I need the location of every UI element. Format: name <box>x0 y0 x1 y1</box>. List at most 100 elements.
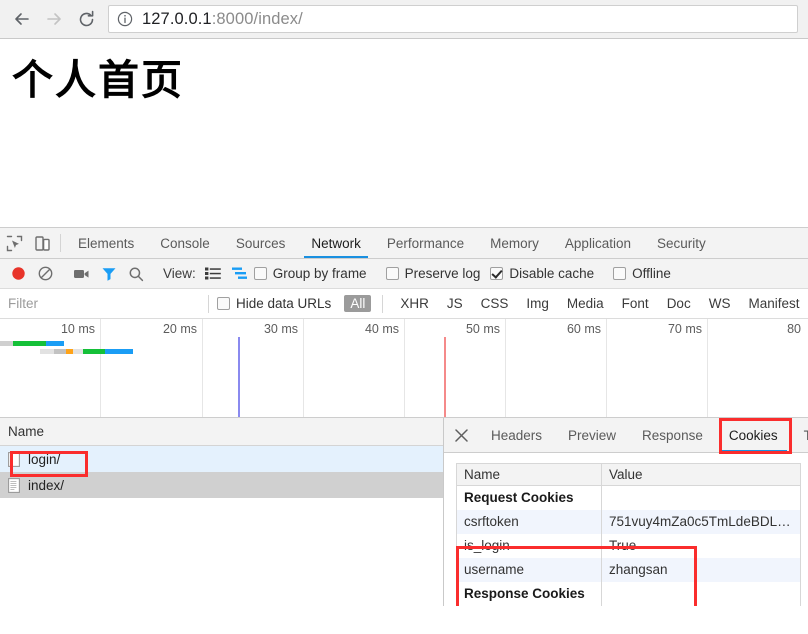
devtools-tab-application[interactable]: Application <box>552 228 644 258</box>
search-icon[interactable] <box>122 261 149 287</box>
detail-tab-headers[interactable]: Headers <box>478 418 555 452</box>
tabbar-divider <box>60 234 61 252</box>
timeline-gridline <box>606 319 607 417</box>
cookie-name: Request Cookies <box>456 485 602 510</box>
timeline-tick-label: 40 ms <box>364 322 399 336</box>
group-by-frame-checkbox[interactable]: Group by frame <box>253 266 367 281</box>
network-filter-bar: Hide data URLs All XHR JS CSS Img Media … <box>0 289 808 319</box>
network-overview-timeline[interactable]: 10 ms 20 ms 30 ms 40 ms 50 ms 60 ms 70 m… <box>0 319 808 418</box>
page-viewport: 个人首页 <box>0 39 808 227</box>
load-event-marker <box>444 337 446 417</box>
preserve-log-label: Preserve log <box>404 266 481 281</box>
filter-type-ws[interactable]: WS <box>703 295 737 312</box>
checkbox-box[interactable] <box>217 297 230 310</box>
request-list-pane: Name login/ index/ <box>0 418 444 606</box>
filter-type-js[interactable]: JS <box>441 295 469 312</box>
forward-button[interactable] <box>38 3 70 35</box>
filterbar-divider-2 <box>382 294 384 313</box>
devtools-panel: Elements Console Sources Network Perform… <box>0 227 808 606</box>
cookie-name: username <box>456 557 602 582</box>
timeline-tick-label: 10 ms <box>60 322 95 336</box>
cookies-table-header-row: Name Value <box>456 463 801 486</box>
offline-label: Offline <box>632 266 671 281</box>
checkbox-box[interactable] <box>490 267 504 280</box>
request-row-index[interactable]: index/ <box>0 472 443 498</box>
list-view-icon[interactable] <box>200 261 227 287</box>
checkbox-box[interactable] <box>613 267 627 280</box>
filter-type-css[interactable]: CSS <box>475 295 515 312</box>
filter-input[interactable] <box>0 289 200 318</box>
devtools-tabbar: Elements Console Sources Network Perform… <box>0 228 808 259</box>
url-host: 127.0.0.1 <box>142 9 212 28</box>
devtools-tab-console[interactable]: Console <box>147 228 223 258</box>
filter-type-all[interactable]: All <box>344 295 372 312</box>
network-toolbar: View: Group by frame Preserve log Disabl… <box>0 259 808 289</box>
filter-type-font[interactable]: Font <box>616 295 655 312</box>
cookie-name: is_login <box>456 533 602 558</box>
close-icon[interactable] <box>444 418 478 452</box>
address-bar[interactable]: 127.0.0.1:8000/index/ <box>108 5 798 33</box>
cookie-value <box>601 485 801 510</box>
devtools-tab-memory[interactable]: Memory <box>477 228 552 258</box>
hide-data-urls-checkbox[interactable]: Hide data URLs <box>217 296 331 311</box>
record-circle-icon[interactable] <box>5 261 32 287</box>
cookies-col-value[interactable]: Value <box>601 463 801 486</box>
cookie-value <box>601 581 801 606</box>
devtools-tab-elements[interactable]: Elements <box>65 228 147 258</box>
view-label: View: <box>163 266 196 281</box>
filter-type-img[interactable]: Img <box>520 295 555 312</box>
devtools-tab-security[interactable]: Security <box>644 228 719 258</box>
camera-icon[interactable] <box>68 261 95 287</box>
network-detail-split: Name login/ index/ Headers Preview Respo… <box>0 418 808 606</box>
cookie-value: zhangsan <box>601 557 801 582</box>
timeline-tick-label: 70 ms <box>667 322 702 336</box>
offline-checkbox[interactable]: Offline <box>613 266 671 281</box>
inspect-element-icon[interactable] <box>0 228 28 258</box>
detail-tabbar: Headers Preview Response Cookies T <box>444 418 808 453</box>
back-button[interactable] <box>6 3 38 35</box>
timeline-gridline <box>404 319 405 417</box>
detail-tab-cookies[interactable]: Cookies <box>716 418 791 452</box>
detail-tab-preview[interactable]: Preview <box>555 418 629 452</box>
cookies-row-csrftoken[interactable]: csrftoken 751vuy4mZa0c5TmLdeBDL… <box>456 509 801 534</box>
devtools-tab-sources[interactable]: Sources <box>223 228 299 258</box>
request-list-header[interactable]: Name <box>0 418 443 446</box>
timeline-tick-label: 50 ms <box>465 322 500 336</box>
cookie-name: csrftoken <box>456 509 602 534</box>
funnel-icon[interactable] <box>95 261 122 287</box>
timeline-tick-label: 60 ms <box>566 322 601 336</box>
request-detail-pane: Headers Preview Response Cookies T Name … <box>444 418 808 606</box>
timeline-gridline <box>707 319 708 417</box>
request-row-login[interactable]: login/ <box>0 446 443 472</box>
cookie-value: True <box>601 533 801 558</box>
devtools-tab-performance[interactable]: Performance <box>374 228 477 258</box>
detail-tab-timing[interactable]: T <box>791 418 808 452</box>
devtools-tab-network[interactable]: Network <box>298 228 374 258</box>
info-circle-icon[interactable] <box>117 11 133 27</box>
timeline-gridline <box>100 319 101 417</box>
timeline-tick-label: 30 ms <box>263 322 298 336</box>
request-name: login/ <box>28 451 61 467</box>
cookies-row-is-login[interactable]: is_login True <box>456 533 801 558</box>
checkbox-box[interactable] <box>385 267 399 280</box>
cookies-group-row-request: Request Cookies <box>456 485 801 510</box>
clear-no-entry-icon[interactable] <box>32 261 59 287</box>
reload-button[interactable] <box>70 3 102 35</box>
filter-type-manifest[interactable]: Manifest <box>742 295 805 312</box>
disable-cache-checkbox[interactable]: Disable cache <box>490 266 594 281</box>
cookie-value: 751vuy4mZa0c5TmLdeBDL… <box>601 509 801 534</box>
checkbox-box[interactable] <box>253 267 267 280</box>
filter-type-media[interactable]: Media <box>561 295 610 312</box>
filter-type-xhr[interactable]: XHR <box>394 295 435 312</box>
timeline-gridline <box>303 319 304 417</box>
request-name: index/ <box>28 477 65 493</box>
dom-content-loaded-marker <box>238 337 240 417</box>
cookies-group-row-response: Response Cookies <box>456 581 801 606</box>
cookies-row-username[interactable]: username zhangsan <box>456 557 801 582</box>
cookies-col-name[interactable]: Name <box>456 463 602 486</box>
preserve-log-checkbox[interactable]: Preserve log <box>385 266 481 281</box>
filter-type-doc[interactable]: Doc <box>661 295 697 312</box>
device-toolbar-icon[interactable] <box>28 228 56 258</box>
waterfall-view-icon[interactable] <box>227 261 254 287</box>
detail-tab-response[interactable]: Response <box>629 418 716 452</box>
